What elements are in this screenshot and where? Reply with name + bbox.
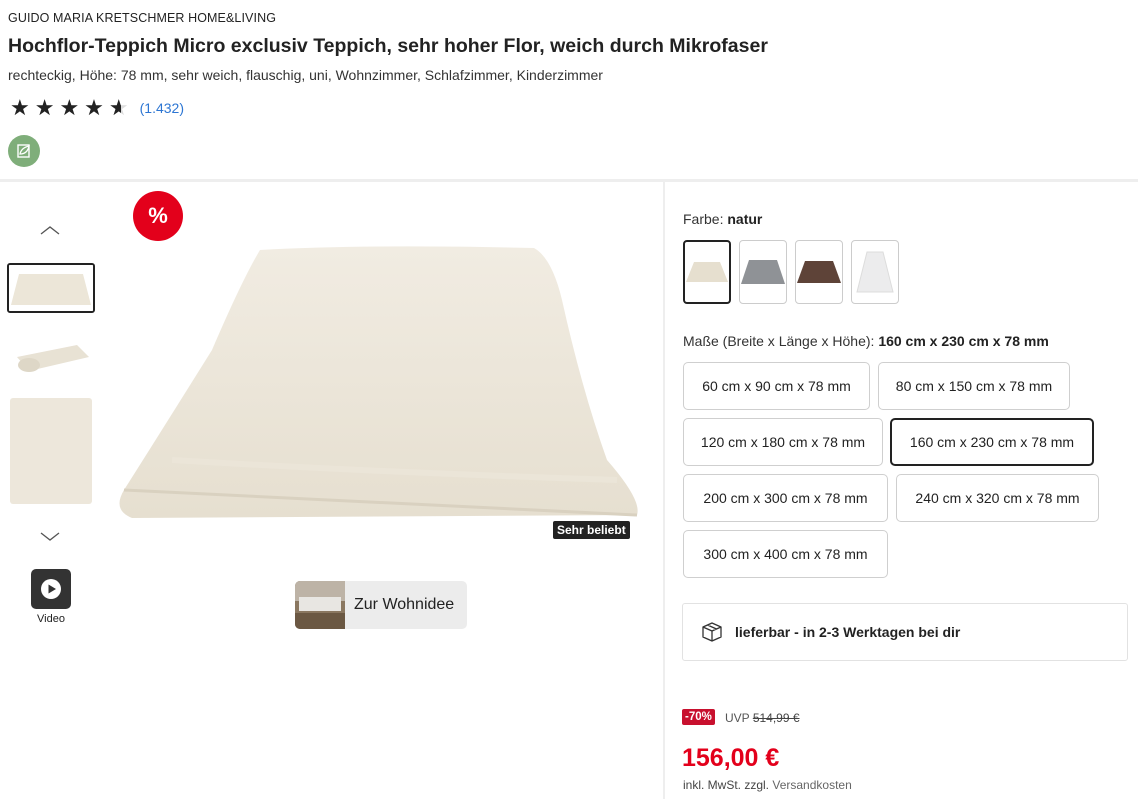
thumbnail-1[interactable] [7,263,95,313]
video-button[interactable] [31,569,71,609]
color-swatch-braun[interactable] [795,240,843,304]
color-swatch-natur[interactable] [683,240,731,304]
play-icon [41,579,61,599]
size-option-120x180[interactable]: 120 cm x 180 cm x 78 mm [683,418,883,466]
header-divider [0,179,1138,182]
current-price: 156,00 € [682,744,780,772]
chevron-up-icon[interactable] [36,220,64,240]
video-label: Video [37,613,65,625]
column-divider [663,182,665,799]
selected-color: natur [727,211,763,227]
main-product-image[interactable] [112,240,652,530]
eco-badge-icon[interactable] [8,135,40,167]
rating[interactable]: ★★★★★ ★★★★★ (1.432) [10,97,184,119]
product-subtitle: rechteckig, Höhe: 78 mm, sehr weich, fla… [8,67,603,83]
delivery-text: lieferbar - in 2-3 Werktagen bei dir [735,624,961,640]
star-rating: ★★★★★ ★★★★★ [10,95,134,120]
brand-name[interactable]: GUIDO MARIA KRETSCHMER HOME&LIVING [8,11,276,25]
product-title: Hochflor-Teppich Micro exclusiv Teppich,… [8,35,768,57]
size-option-160x230[interactable]: 160 cm x 230 cm x 78 mm [890,418,1094,466]
color-label: Farbe: natur [683,211,763,227]
size-option-80x150[interactable]: 80 cm x 150 cm x 78 mm [878,362,1070,410]
popular-tag: Sehr beliebt [553,521,630,539]
uvp-price: UVP 514,99 € [725,711,800,725]
delivery-info: lieferbar - in 2-3 Werktagen bei dir [682,603,1128,661]
size-option-60x90[interactable]: 60 cm x 90 cm x 78 mm [683,362,870,410]
discount-badge: -70% [682,709,715,725]
package-box-icon [702,622,722,642]
tax-info: inkl. MwSt. zzgl. Versandkosten [683,778,852,792]
sale-badge: % [133,191,183,241]
color-swatch-weiss[interactable] [851,240,899,304]
thumbnail-3[interactable] [7,397,95,505]
selected-size: 160 cm x 230 cm x 78 mm [878,333,1049,349]
thumbnail-2[interactable] [7,335,95,380]
wohnidee-thumbnail [295,581,345,629]
size-option-300x400[interactable]: 300 cm x 400 cm x 78 mm [683,530,888,578]
color-swatch-grau[interactable] [739,240,787,304]
size-option-240x320[interactable]: 240 cm x 320 cm x 78 mm [896,474,1099,522]
wohnidee-label: Zur Wohnidee [354,596,455,613]
size-label: Maße (Breite x Länge x Höhe): 160 cm x 2… [683,333,1049,349]
rating-count[interactable]: (1.432) [140,100,184,116]
shipping-cost-link[interactable]: Versandkosten [772,778,851,792]
size-option-200x300[interactable]: 200 cm x 300 cm x 78 mm [683,474,888,522]
wohnidee-button[interactable]: Zur Wohnidee [295,581,467,629]
chevron-down-icon[interactable] [36,527,64,547]
